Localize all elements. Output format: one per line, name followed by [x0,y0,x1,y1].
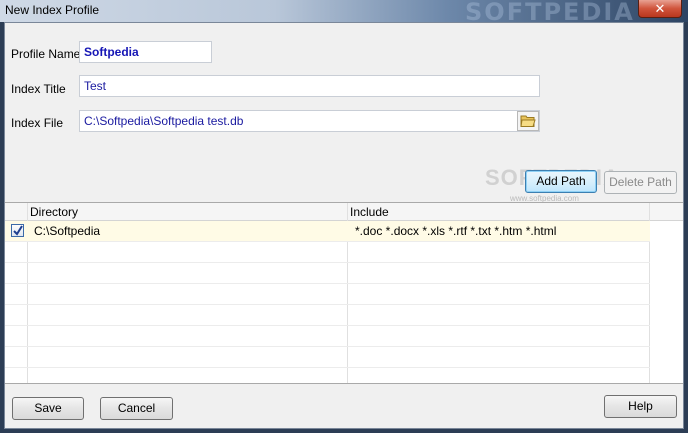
table-row [5,347,650,368]
index-file-label: Index File [11,116,64,130]
delete-path-button[interactable]: Delete Path [604,171,677,194]
profile-name-input[interactable]: Softpedia [79,41,212,63]
paths-grid[interactable]: Directory Include C:\Softpedia *.doc *.d… [5,202,683,384]
add-path-button[interactable]: Add Path [525,170,597,193]
table-row [5,305,650,326]
index-file-input[interactable]: C:\Softpedia\Softpedia test.db [79,110,540,132]
table-row [5,284,650,305]
cancel-button[interactable]: Cancel [100,397,173,420]
browse-file-button[interactable] [517,111,539,131]
index-title-label: Index Title [11,82,66,96]
table-row [5,263,650,284]
grid-header: Directory Include [5,203,683,221]
title-bar[interactable]: New Index Profile SOFTPEDIA ✕ [0,0,688,26]
dialog-window: New Index Profile SOFTPEDIA ✕ Profile Na… [0,0,688,433]
row-checkbox[interactable] [11,224,24,237]
table-row [5,368,650,383]
close-icon: ✕ [654,1,666,16]
help-button[interactable]: Help [604,395,677,418]
save-button[interactable]: Save [12,397,84,420]
checkmark-icon [13,225,23,236]
directory-cell: C:\Softpedia [34,224,101,238]
column-header-directory[interactable]: Directory [30,205,78,219]
column-header-include[interactable]: Include [350,205,389,219]
table-row [5,326,650,347]
table-row [5,242,650,263]
index-title-input[interactable]: Test [79,75,540,97]
profile-name-label: Profile Name [11,47,81,61]
table-row[interactable]: C:\Softpedia *.doc *.docx *.xls *.rtf *.… [5,221,650,242]
close-button[interactable]: ✕ [638,0,682,18]
include-cell: *.doc *.docx *.xls *.rtf *.txt *.htm *.h… [355,224,557,238]
folder-open-icon [520,115,536,127]
dialog-body: Profile Name Softpedia Index Title Test … [4,22,684,429]
window-title: New Index Profile [5,3,100,17]
